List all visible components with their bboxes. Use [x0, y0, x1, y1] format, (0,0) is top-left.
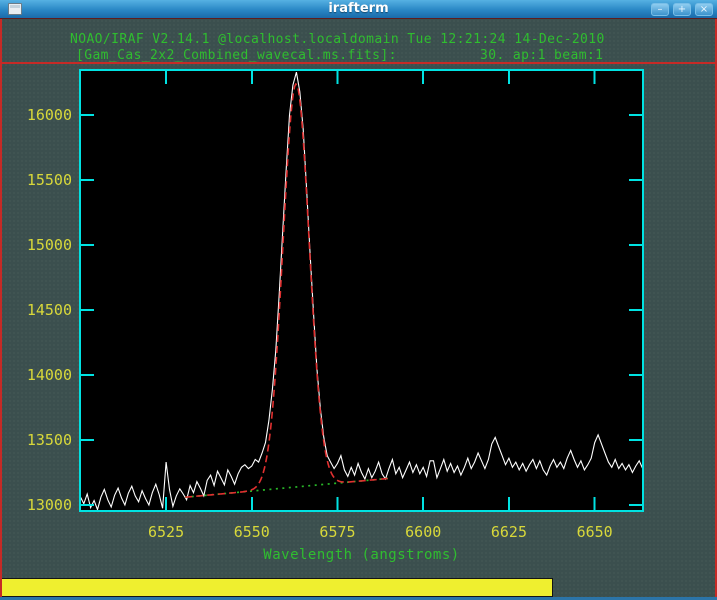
plot-background [80, 70, 643, 511]
x-tick-label: 6525 [148, 523, 184, 541]
y-tick-label: 13500 [27, 431, 72, 449]
x-tick-label: 6575 [319, 523, 355, 541]
graphics-terminal: NOAO/IRAF V2.14.1 @localhost.localdomain… [0, 19, 717, 600]
spectrum-plot-canvas[interactable]: 6525 6550 6575 6600 6625 6650 13000 13500 14000 1… [0, 19, 717, 581]
fit-status-bar: 1: center = 6562.91, flux = 29713., eqw … [0, 578, 553, 597]
y-tick-label: 14500 [27, 301, 72, 319]
y-tick-label: 14000 [27, 366, 72, 384]
x-tick-label: 6600 [405, 523, 441, 541]
x-axis-title: Wavelength (angstroms) [263, 547, 459, 563]
close-button[interactable]: × [695, 3, 713, 16]
x-tick-label: 6650 [577, 523, 613, 541]
maximize-button[interactable]: + [673, 3, 691, 16]
y-tick-label: 16000 [27, 106, 72, 124]
window-title: irafterm [0, 0, 717, 19]
x-tick-label: 6625 [491, 523, 527, 541]
window-titlebar: irafterm – + × [0, 0, 717, 19]
x-tick-label: 6550 [234, 523, 270, 541]
window-controls: – + × [651, 3, 713, 16]
y-tick-label: 13000 [27, 496, 72, 514]
y-tick-label: 15500 [27, 171, 72, 189]
minimize-button[interactable]: – [651, 3, 669, 16]
window-border-left [0, 19, 2, 597]
y-tick-label: 15000 [27, 236, 72, 254]
